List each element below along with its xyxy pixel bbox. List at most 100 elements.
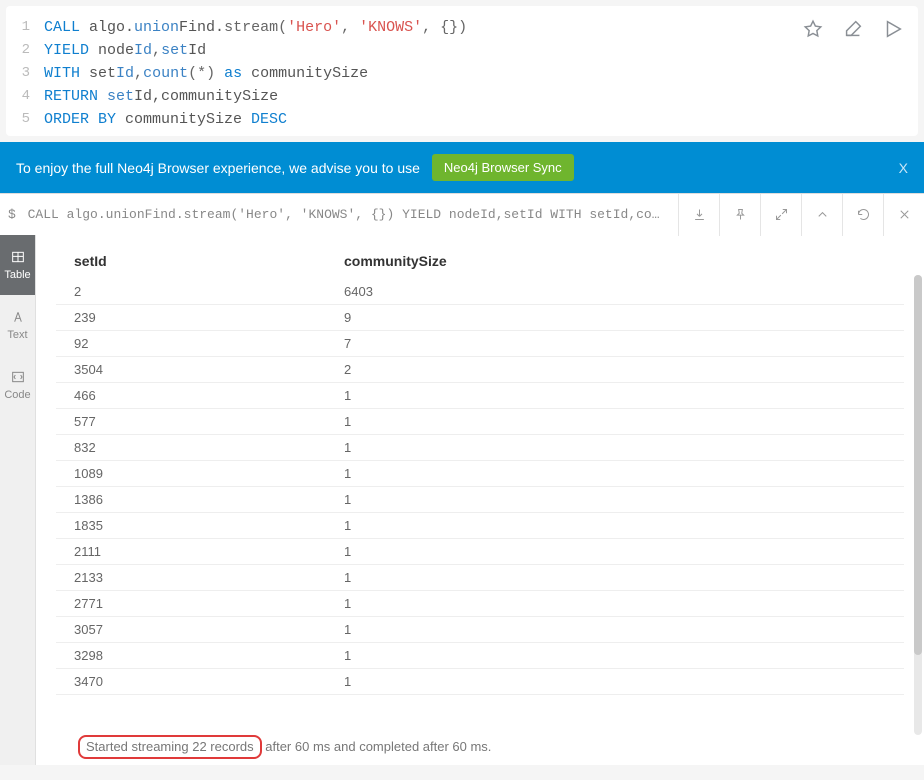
table-cell: 832	[56, 435, 336, 461]
result-table: setIdcommunitySize 264032399927350424661…	[56, 243, 904, 695]
result-actions	[678, 194, 924, 236]
table-cell: 1	[336, 487, 904, 513]
favorite-icon[interactable]	[802, 18, 824, 45]
table-cell: 577	[56, 409, 336, 435]
table-row[interactable]: 32981	[56, 643, 904, 669]
scrollbar[interactable]	[914, 275, 922, 735]
table-row[interactable]: 27711	[56, 591, 904, 617]
tab-text[interactable]: Text	[0, 295, 35, 355]
table-cell: 2133	[56, 565, 336, 591]
table-cell: 1	[336, 617, 904, 643]
table-cell: 1835	[56, 513, 336, 539]
code-content[interactable]: CALL algo.unionFind.stream('Hero', 'KNOW…	[44, 16, 467, 39]
status-line: Started streaming 22 records after 60 ms…	[78, 735, 491, 759]
column-header[interactable]: communitySize	[336, 243, 904, 279]
line-number: 2	[14, 39, 44, 62]
table-row[interactable]: 34701	[56, 669, 904, 695]
table-cell: 1	[336, 669, 904, 695]
table-cell: 1	[336, 539, 904, 565]
code-line: 2YIELD nodeId,setId	[14, 39, 802, 62]
code-content[interactable]: WITH setId,count(*) as communitySize	[44, 62, 368, 85]
table-cell: 92	[56, 331, 336, 357]
tab-code[interactable]: Code	[0, 355, 35, 415]
table-row[interactable]: 30571	[56, 617, 904, 643]
table-cell: 1	[336, 643, 904, 669]
table-cell: 1	[336, 513, 904, 539]
prompt-symbol: $	[8, 207, 16, 222]
table-row[interactable]: 2399	[56, 305, 904, 331]
code-line: 5ORDER BY communitySize DESC	[14, 108, 802, 131]
code-content[interactable]: YIELD nodeId,setId	[44, 39, 206, 62]
table-cell: 3298	[56, 643, 336, 669]
table-cell: 3504	[56, 357, 336, 383]
table-cell: 6403	[336, 279, 904, 305]
table-row[interactable]: 18351	[56, 513, 904, 539]
table-row[interactable]: 13861	[56, 487, 904, 513]
table-cell: 3470	[56, 669, 336, 695]
table-row[interactable]: 21111	[56, 539, 904, 565]
close-icon[interactable]	[883, 194, 924, 236]
table-cell: 1	[336, 383, 904, 409]
play-icon[interactable]	[882, 18, 904, 45]
tab-text-label: Text	[7, 329, 27, 341]
result-header: $ CALL algo.unionFind.stream('Hero', 'KN…	[0, 193, 924, 235]
tab-table-label: Table	[4, 269, 30, 281]
table-cell: 1	[336, 435, 904, 461]
table-cell: 7	[336, 331, 904, 357]
query-editor[interactable]: 1CALL algo.unionFind.stream('Hero', 'KNO…	[14, 16, 802, 131]
query-text: CALL algo.unionFind.stream('Hero', 'KNOW…	[28, 207, 660, 222]
table-cell: 2771	[56, 591, 336, 617]
tab-code-label: Code	[4, 389, 30, 401]
banner-close-button[interactable]: X	[899, 160, 908, 176]
table-cell: 1	[336, 461, 904, 487]
scrollbar-thumb[interactable]	[914, 275, 922, 655]
line-number: 5	[14, 108, 44, 131]
table-row[interactable]: 26403	[56, 279, 904, 305]
editor-actions	[802, 16, 910, 45]
code-line: 4RETURN setId,communitySize	[14, 85, 802, 108]
column-header[interactable]: setId	[56, 243, 336, 279]
line-number: 3	[14, 62, 44, 85]
tab-table[interactable]: Table	[0, 235, 35, 295]
line-number: 4	[14, 85, 44, 108]
sync-banner: To enjoy the full Neo4j Browser experien…	[0, 142, 924, 193]
table-row[interactable]: 927	[56, 331, 904, 357]
download-icon[interactable]	[678, 194, 719, 236]
executed-query[interactable]: $ CALL algo.unionFind.stream('Hero', 'KN…	[0, 207, 678, 222]
table-cell: 9	[336, 305, 904, 331]
table-cell: 2	[336, 357, 904, 383]
table-row[interactable]: 4661	[56, 383, 904, 409]
view-tabs: Table Text Code	[0, 235, 36, 765]
erase-icon[interactable]	[842, 18, 864, 45]
code-content[interactable]: RETURN setId,communitySize	[44, 85, 278, 108]
pin-icon[interactable]	[719, 194, 760, 236]
browser-sync-button[interactable]: Neo4j Browser Sync	[432, 154, 574, 181]
banner-text: To enjoy the full Neo4j Browser experien…	[16, 160, 420, 176]
table-row[interactable]: 21331	[56, 565, 904, 591]
table-cell: 1386	[56, 487, 336, 513]
expand-icon[interactable]	[760, 194, 801, 236]
result-table-wrap: setIdcommunitySize 264032399927350424661…	[36, 235, 924, 765]
table-row[interactable]: 5771	[56, 409, 904, 435]
table-cell: 3057	[56, 617, 336, 643]
table-row[interactable]: 10891	[56, 461, 904, 487]
rerun-icon[interactable]	[842, 194, 883, 236]
table-cell: 2	[56, 279, 336, 305]
table-cell: 466	[56, 383, 336, 409]
table-row[interactable]: 8321	[56, 435, 904, 461]
code-line: 1CALL algo.unionFind.stream('Hero', 'KNO…	[14, 16, 802, 39]
table-cell: 239	[56, 305, 336, 331]
table-row[interactable]: 35042	[56, 357, 904, 383]
query-editor-panel: 1CALL algo.unionFind.stream('Hero', 'KNO…	[6, 6, 918, 136]
collapse-up-icon[interactable]	[801, 194, 842, 236]
line-number: 1	[14, 16, 44, 39]
table-cell: 1	[336, 409, 904, 435]
status-highlight: Started streaming 22 records	[78, 735, 262, 759]
table-cell: 1	[336, 565, 904, 591]
result-body: Table Text Code setIdcommunitySize 26403…	[0, 235, 924, 765]
code-line: 3WITH setId,count(*) as communitySize	[14, 62, 802, 85]
status-rest: after 60 ms and completed after 60 ms.	[262, 739, 492, 754]
table-cell: 1	[336, 591, 904, 617]
code-content[interactable]: ORDER BY communitySize DESC	[44, 108, 287, 131]
table-cell: 1089	[56, 461, 336, 487]
